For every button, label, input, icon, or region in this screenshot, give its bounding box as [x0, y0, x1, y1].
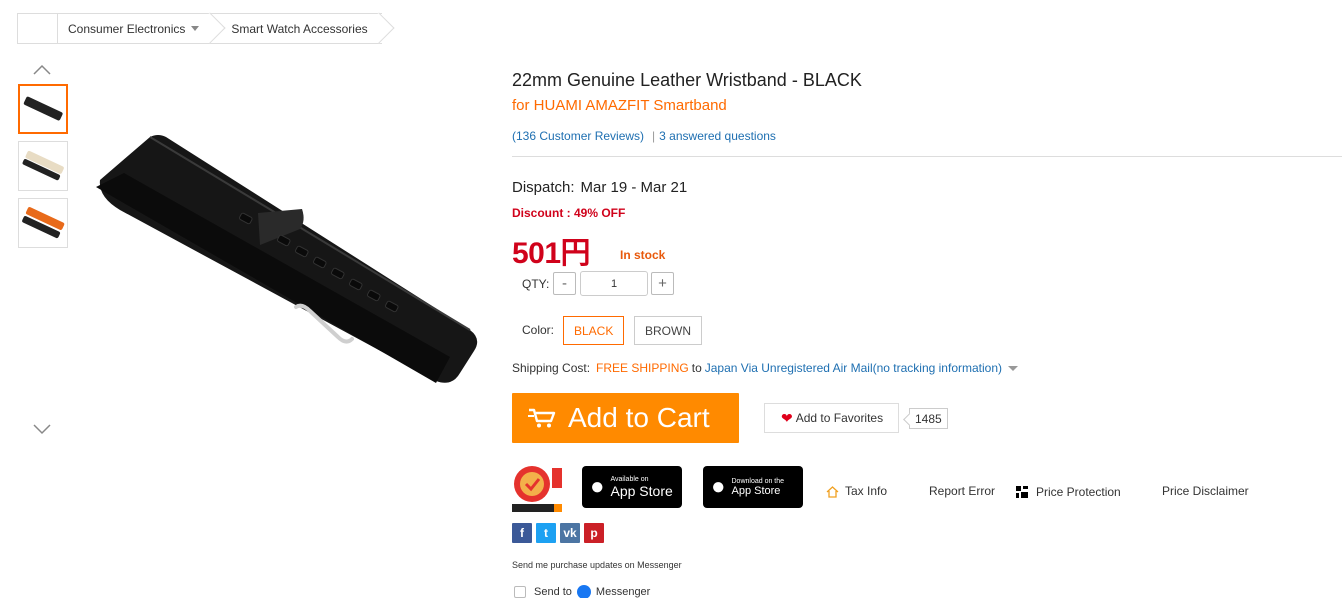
chevron-down-icon[interactable]	[1008, 366, 1019, 372]
messenger-note: Send me purchase updates on Messenger	[512, 560, 682, 570]
color-option-black[interactable]: BLACK	[563, 316, 625, 345]
thumbnail-black[interactable]	[18, 84, 68, 134]
store-caption: Available on	[610, 476, 649, 483]
chevron-up-icon[interactable]	[32, 63, 52, 77]
shipping-label: Shipping Cost:	[512, 361, 591, 375]
thumbnail-brown[interactable]	[18, 141, 68, 191]
app-store-download-button[interactable]: ● Download on the App Store	[703, 466, 803, 508]
favorites-count: 1485	[909, 408, 948, 429]
cart-icon	[528, 408, 556, 428]
apple-icon: ●	[590, 473, 605, 500]
social-share-row: f t vk p	[512, 523, 604, 543]
qty-decrease-button[interactable]: -	[553, 272, 576, 295]
twitter-icon[interactable]: t	[536, 523, 556, 543]
product-subtitle: for HUAMI AMAZFIT Smartband	[512, 97, 727, 114]
messenger-label: Messenger	[595, 586, 651, 598]
chevron-down-icon[interactable]	[191, 26, 200, 31]
price-protection-label: Price Protection	[1036, 485, 1121, 499]
quality-seal-icon	[512, 462, 562, 512]
qty-input[interactable]	[580, 271, 648, 296]
reviews-row: (136 Customer Reviews) | 3 answered questi…	[512, 129, 776, 143]
store-name: App Store	[731, 484, 781, 497]
discount-label: Discount : 49% OFF	[512, 206, 626, 220]
price-disclaimer-link[interactable]: Price Disclaimer	[1162, 484, 1249, 498]
chevron-down-icon[interactable]	[32, 422, 52, 436]
facebook-icon[interactable]: f	[512, 523, 532, 543]
shield-icon	[1016, 486, 1028, 498]
breadcrumb-label: Smart Watch Accessories	[231, 21, 368, 36]
send-to-messenger-checkbox[interactable]	[514, 586, 526, 598]
apple-icon: ●	[711, 473, 726, 500]
qty-label: QTY:	[522, 277, 550, 291]
qty-increase-button[interactable]: +	[651, 272, 674, 295]
product-image	[96, 135, 478, 383]
product-title: 22mm Genuine Leather Wristband - BLACK	[512, 70, 862, 90]
tax-info-label: Tax Info	[845, 484, 888, 498]
dispatch-dates: Mar 19 - Mar 21	[580, 179, 688, 196]
add-to-cart-label: Add to Cart	[568, 402, 710, 433]
app-store-button[interactable]: ● Available on App Store	[582, 466, 682, 508]
thumbnail-orange[interactable]	[18, 198, 68, 248]
separator: |	[652, 129, 656, 143]
store-caption: Download on the	[731, 477, 785, 485]
send-to-messenger-row: Send to Messenger	[514, 585, 650, 598]
tax-info-link[interactable]: Tax Info	[826, 484, 887, 498]
heart-icon: ❤	[781, 409, 793, 426]
breadcrumb: Consumer Electronics Smart Watch Accesso…	[17, 13, 382, 44]
messenger-icon	[576, 585, 591, 598]
pinterest-icon[interactable]: p	[584, 523, 604, 543]
add-to-favorites-button[interactable]: ❤ Add to Favorites	[764, 403, 899, 433]
breadcrumb-item-consumer-electronics[interactable]: Consumer Electronics	[58, 14, 214, 43]
color-label: Color:	[522, 323, 555, 337]
add-to-favorites-label: Add to Favorites	[795, 411, 884, 425]
breadcrumb-item-smart-watch-accessories[interactable]: Smart Watch Accessories	[213, 14, 382, 43]
shipping-to: to	[691, 361, 702, 375]
shipping-method-dropdown[interactable]: Japan Via Unregistered Air Mail(no track…	[705, 361, 1002, 375]
stock-status: In stock	[620, 248, 666, 262]
shipping-row: Shipping Cost: FREE SHIPPING to Japan Via U…	[512, 361, 1019, 375]
customer-reviews-link[interactable]: (136 Customer Reviews)	[512, 129, 644, 143]
free-shipping: FREE SHIPPING	[596, 361, 689, 375]
divider	[512, 156, 1342, 157]
dispatch-label: Dispatch:	[512, 179, 575, 196]
add-to-cart-button[interactable]: Add to Cart	[512, 393, 739, 443]
store-name: App Store	[610, 483, 673, 499]
price-protection-link[interactable]: Price Protection	[1014, 484, 1121, 500]
answered-questions-link[interactable]: 3 answered questions	[659, 129, 776, 143]
home-icon	[826, 485, 839, 498]
vk-icon[interactable]: vk	[560, 523, 580, 543]
send-to-label: Send to	[534, 586, 572, 598]
breadcrumb-label: Consumer Electronics	[68, 21, 186, 36]
price: 501円	[512, 237, 591, 270]
report-error-link[interactable]: Report Error	[929, 484, 995, 498]
breadcrumb-home[interactable]	[18, 14, 58, 43]
color-option-brown[interactable]: BROWN	[634, 316, 702, 345]
dispatch-row: Dispatch: Mar 19 - Mar 21	[512, 179, 687, 196]
